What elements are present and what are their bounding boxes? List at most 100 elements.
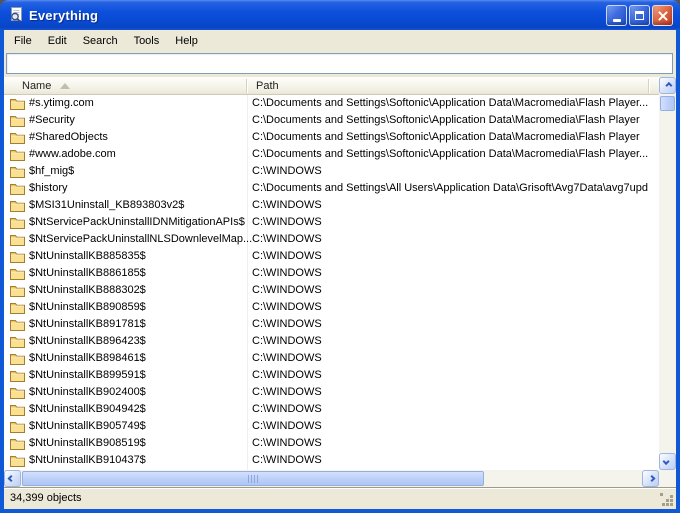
minimize-icon	[613, 19, 621, 22]
vertical-scrollbar-thumb[interactable]	[660, 96, 675, 111]
row-name: #www.adobe.com	[29, 146, 116, 163]
chevron-right-icon	[648, 475, 655, 482]
column-divider[interactable]	[246, 79, 247, 93]
vertical-scrollbar[interactable]	[659, 77, 676, 470]
maximize-button[interactable]	[629, 5, 650, 26]
menu-tools[interactable]: Tools	[126, 32, 168, 50]
row-name: $NtUninstallKB890859$	[29, 299, 146, 316]
list-row[interactable]: $NtUninstallKB891781$ C:\WINDOWS	[4, 316, 659, 333]
list-row[interactable]: $NtUninstallKB886185$ C:\WINDOWS	[4, 265, 659, 282]
row-name: $NtUninstallKB908519$	[29, 435, 146, 452]
row-path: C:\WINDOWS	[252, 435, 652, 452]
row-name: $NtServicePackUninstallNLSDownlevelMap..…	[29, 231, 252, 248]
rows-container: #s.ytimg.com C:\Documents and Settings\S…	[4, 95, 659, 469]
menu-file[interactable]: File	[6, 32, 40, 50]
folder-icon	[10, 182, 25, 195]
folder-icon	[10, 233, 25, 246]
list-row[interactable]: $NtUninstallKB898461$ C:\WINDOWS	[4, 350, 659, 367]
folder-icon	[10, 301, 25, 314]
minimize-button[interactable]	[606, 5, 627, 26]
chevron-down-icon	[663, 458, 670, 465]
folder-icon	[10, 420, 25, 433]
menu-help[interactable]: Help	[167, 32, 206, 50]
status-bar: 34,399 objects	[4, 487, 676, 509]
row-path: C:\WINDOWS	[252, 299, 652, 316]
folder-icon	[10, 369, 25, 382]
row-name: $hf_mig$	[29, 163, 74, 180]
folder-icon	[10, 437, 25, 450]
list-row[interactable]: #SharedObjects C:\Documents and Settings…	[4, 129, 659, 146]
list-row[interactable]: $NtServicePackUninstallIDNMitigationAPIs…	[4, 214, 659, 231]
list-row[interactable]: #Security C:\Documents and Settings\Soft…	[4, 112, 659, 129]
column-header-name[interactable]: Name	[22, 77, 51, 95]
list-row[interactable]: $NtUninstallKB899591$ C:\WINDOWS	[4, 367, 659, 384]
row-name: $NtUninstallKB910437$	[29, 452, 146, 469]
row-path: C:\WINDOWS	[252, 367, 652, 384]
row-path: C:\Documents and Settings\All Users\Appl…	[252, 180, 652, 197]
row-path: C:\WINDOWS	[252, 350, 652, 367]
list-row[interactable]: $NtUninstallKB896423$ C:\WINDOWS	[4, 333, 659, 350]
close-icon	[658, 11, 668, 21]
folder-icon	[10, 216, 25, 229]
menu-search[interactable]: Search	[75, 32, 126, 50]
list-row[interactable]: $history C:\Documents and Settings\All U…	[4, 180, 659, 197]
horizontal-scrollbar[interactable]	[4, 470, 659, 487]
row-path: C:\WINDOWS	[252, 401, 652, 418]
row-name: #s.ytimg.com	[29, 95, 94, 112]
menu-edit[interactable]: Edit	[40, 32, 75, 50]
everything-window: Everything FileEditSearchToolsHelp Name …	[0, 0, 680, 513]
search-row	[4, 52, 676, 77]
list-row[interactable]: $NtUninstallKB902400$ C:\WINDOWS	[4, 384, 659, 401]
row-path: C:\WINDOWS	[252, 231, 652, 248]
list-row[interactable]: $NtUninstallKB885835$ C:\WINDOWS	[4, 248, 659, 265]
list-row[interactable]: #s.ytimg.com C:\Documents and Settings\S…	[4, 95, 659, 112]
row-path: C:\WINDOWS	[252, 265, 652, 282]
results-list: Name Path #s.ytimg.com C:\Documents and …	[4, 77, 659, 470]
folder-icon	[10, 267, 25, 280]
list-row[interactable]: $NtUninstallKB908519$ C:\WINDOWS	[4, 435, 659, 452]
folder-icon	[10, 352, 25, 365]
row-name: $NtUninstallKB898461$	[29, 350, 146, 367]
title-bar[interactable]: Everything	[0, 0, 680, 30]
row-path: C:\WINDOWS	[252, 333, 652, 350]
close-button[interactable]	[652, 5, 673, 26]
folder-icon	[10, 284, 25, 297]
horizontal-scrollbar-thumb[interactable]	[22, 471, 484, 486]
row-name: $NtServicePackUninstallIDNMitigationAPIs…	[29, 214, 245, 231]
column-divider[interactable]	[648, 79, 649, 93]
object-count: 34,399 objects	[10, 492, 82, 504]
folder-icon	[10, 386, 25, 399]
list-row[interactable]: $NtServicePackUninstallNLSDownlevelMap..…	[4, 231, 659, 248]
resize-grip[interactable]	[660, 493, 674, 507]
list-row[interactable]: $MSI31Uninstall_KB893803v2$ C:\WINDOWS	[4, 197, 659, 214]
sort-ascending-icon	[60, 83, 70, 89]
search-input[interactable]	[6, 53, 673, 74]
list-row[interactable]: $hf_mig$ C:\WINDOWS	[4, 163, 659, 180]
folder-icon	[10, 250, 25, 263]
column-header-path[interactable]: Path	[256, 77, 279, 95]
list-row[interactable]: $NtUninstallKB905749$ C:\WINDOWS	[4, 418, 659, 435]
row-name: $NtUninstallKB905749$	[29, 418, 146, 435]
scroll-up-button[interactable]	[659, 77, 676, 94]
list-row[interactable]: $NtUninstallKB888302$ C:\WINDOWS	[4, 282, 659, 299]
everything-app-icon[interactable]	[8, 7, 24, 23]
folder-icon	[10, 318, 25, 331]
row-path: C:\WINDOWS	[252, 316, 652, 333]
folder-icon	[10, 97, 25, 110]
list-row[interactable]: $NtUninstallKB890859$ C:\WINDOWS	[4, 299, 659, 316]
window-controls	[606, 5, 673, 26]
row-path: C:\WINDOWS	[252, 248, 652, 265]
row-name: #SharedObjects	[29, 129, 108, 146]
window-title: Everything	[29, 8, 98, 23]
list-row[interactable]: #www.adobe.com C:\Documents and Settings…	[4, 146, 659, 163]
scroll-down-button[interactable]	[659, 453, 676, 470]
scroll-right-button[interactable]	[642, 470, 659, 487]
folder-icon	[10, 165, 25, 178]
list-row[interactable]: $NtUninstallKB904942$ C:\WINDOWS	[4, 401, 659, 418]
row-path: C:\Documents and Settings\Softonic\Appli…	[252, 129, 652, 146]
row-path: C:\Documents and Settings\Softonic\Appli…	[252, 146, 652, 163]
scroll-left-button[interactable]	[4, 470, 21, 487]
row-name: $NtUninstallKB888302$	[29, 282, 146, 299]
folder-icon	[10, 114, 25, 127]
list-row[interactable]: $NtUninstallKB910437$ C:\WINDOWS	[4, 452, 659, 469]
